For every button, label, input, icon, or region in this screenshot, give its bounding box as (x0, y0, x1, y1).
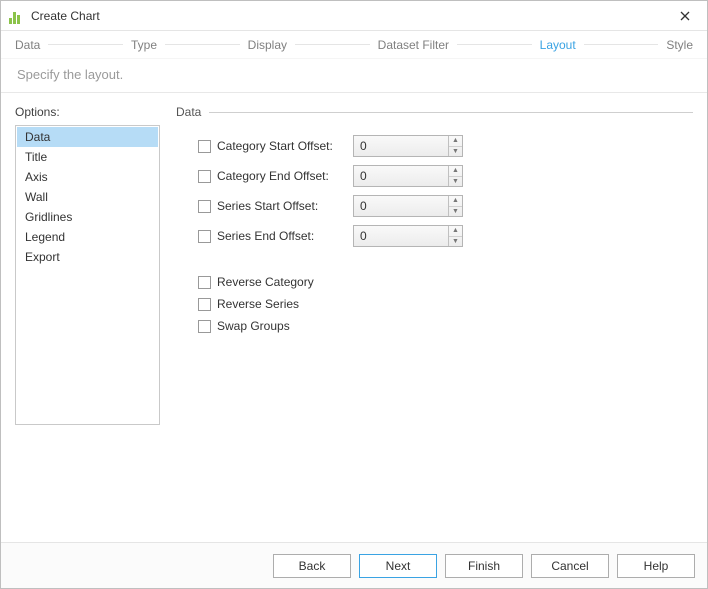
row-category-end-offset: Category End Offset: 0 ▲ ▼ (198, 161, 693, 191)
spin-up-icon[interactable]: ▲ (449, 166, 462, 176)
step-style[interactable]: Style (666, 38, 693, 52)
help-button[interactable]: Help (617, 554, 695, 578)
lbl-category-end-offset: Category End Offset: (217, 169, 347, 183)
lbl-swap-groups: Swap Groups (217, 319, 290, 333)
back-button[interactable]: Back (273, 554, 351, 578)
titlebar: Create Chart (1, 1, 707, 31)
val-series-end-offset[interactable]: 0 (354, 226, 448, 246)
dialog-footer: Back Next Finish Cancel Help (1, 542, 707, 588)
section-header: Data (176, 105, 693, 119)
val-series-start-offset[interactable]: 0 (354, 196, 448, 216)
next-button[interactable]: Next (359, 554, 437, 578)
step-dataset-filter[interactable]: Dataset Filter (378, 38, 449, 52)
spin-up-icon[interactable]: ▲ (449, 226, 462, 236)
chk-category-start-offset[interactable] (198, 140, 211, 153)
option-item-title[interactable]: Title (17, 147, 158, 167)
window-title: Create Chart (31, 9, 669, 23)
row-reverse-series: Reverse Series (198, 293, 693, 315)
lbl-series-start-offset: Series Start Offset: (217, 199, 347, 213)
spin-up-icon[interactable]: ▲ (449, 196, 462, 206)
options-panel: Options: Data Title Axis Wall Gridlines … (15, 105, 160, 542)
spin-down-icon[interactable]: ▼ (449, 236, 462, 247)
row-reverse-category: Reverse Category (198, 271, 693, 293)
chk-series-end-offset[interactable] (198, 230, 211, 243)
option-item-wall[interactable]: Wall (17, 187, 158, 207)
lbl-reverse-category: Reverse Category (217, 275, 314, 289)
step-layout[interactable]: Layout (540, 38, 576, 52)
options-label: Options: (15, 105, 160, 119)
chk-category-end-offset[interactable] (198, 170, 211, 183)
finish-button[interactable]: Finish (445, 554, 523, 578)
option-item-data[interactable]: Data (17, 127, 158, 147)
option-item-export[interactable]: Export (17, 247, 158, 267)
val-category-end-offset[interactable]: 0 (354, 166, 448, 186)
row-category-start-offset: Category Start Offset: 0 ▲ ▼ (198, 131, 693, 161)
dialog-body: Options: Data Title Axis Wall Gridlines … (1, 93, 707, 542)
spin-category-start-offset[interactable]: 0 ▲ ▼ (353, 135, 463, 157)
spin-down-icon[interactable]: ▼ (449, 206, 462, 217)
option-item-axis[interactable]: Axis (17, 167, 158, 187)
options-listbox[interactable]: Data Title Axis Wall Gridlines Legend Ex… (15, 125, 160, 425)
spin-down-icon[interactable]: ▼ (449, 146, 462, 157)
offset-fields: Category Start Offset: 0 ▲ ▼ Category En… (176, 131, 693, 251)
cancel-button[interactable]: Cancel (531, 554, 609, 578)
lbl-category-start-offset: Category Start Offset: (217, 139, 347, 153)
option-item-legend[interactable]: Legend (17, 227, 158, 247)
row-series-start-offset: Series Start Offset: 0 ▲ ▼ (198, 191, 693, 221)
section-title: Data (176, 105, 201, 119)
close-button[interactable] (669, 4, 701, 28)
spin-series-end-offset[interactable]: 0 ▲ ▼ (353, 225, 463, 247)
data-section: Data Category Start Offset: 0 ▲ ▼ (160, 105, 693, 542)
chk-swap-groups[interactable] (198, 320, 211, 333)
spin-series-start-offset[interactable]: 0 ▲ ▼ (353, 195, 463, 217)
option-item-gridlines[interactable]: Gridlines (17, 207, 158, 227)
row-swap-groups: Swap Groups (198, 315, 693, 337)
step-data[interactable]: Data (15, 38, 40, 52)
toggle-fields: Reverse Category Reverse Series Swap Gro… (176, 271, 693, 337)
wizard-steps: Data Type Display Dataset Filter Layout … (1, 31, 707, 59)
chk-reverse-series[interactable] (198, 298, 211, 311)
val-category-start-offset[interactable]: 0 (354, 136, 448, 156)
row-series-end-offset: Series End Offset: 0 ▲ ▼ (198, 221, 693, 251)
spin-down-icon[interactable]: ▼ (449, 176, 462, 187)
step-subheading: Specify the layout. (1, 59, 707, 93)
chk-reverse-category[interactable] (198, 276, 211, 289)
chart-app-icon (9, 8, 25, 24)
spin-category-end-offset[interactable]: 0 ▲ ▼ (353, 165, 463, 187)
spin-up-icon[interactable]: ▲ (449, 136, 462, 146)
create-chart-dialog: Create Chart Data Type Display Dataset F… (0, 0, 708, 589)
lbl-reverse-series: Reverse Series (217, 297, 299, 311)
step-type[interactable]: Type (131, 38, 157, 52)
lbl-series-end-offset: Series End Offset: (217, 229, 347, 243)
step-display[interactable]: Display (248, 38, 287, 52)
chk-series-start-offset[interactable] (198, 200, 211, 213)
